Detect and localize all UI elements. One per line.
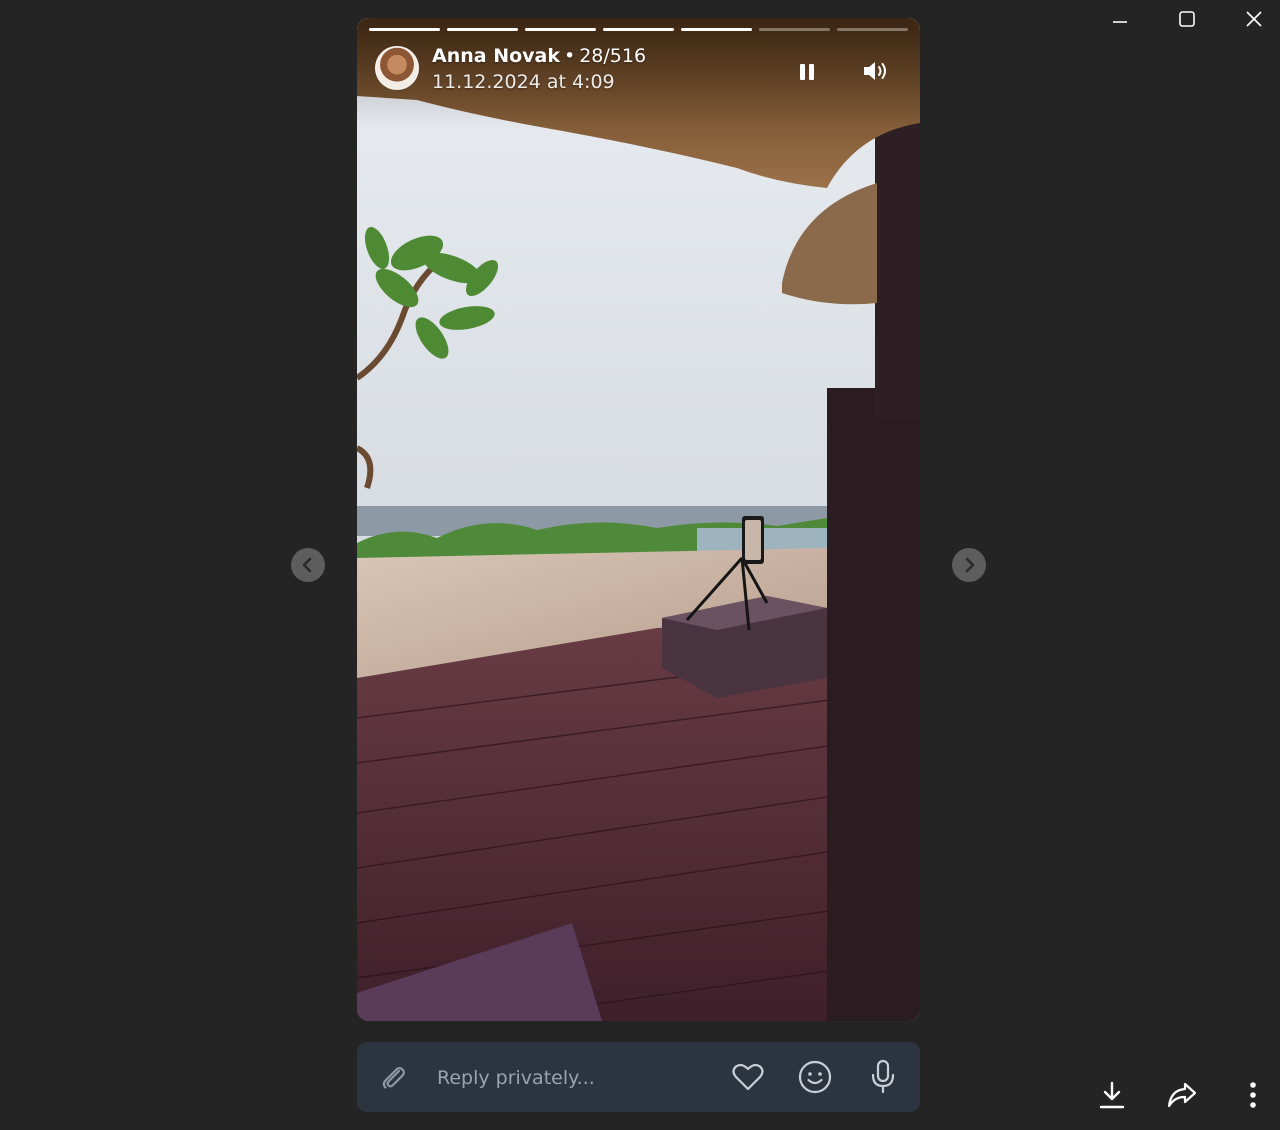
story-viewer[interactable]: Anna Novak • 28/516 11.12.2024 at 4:09 — [357, 18, 920, 1021]
chevron-left-icon — [302, 557, 312, 573]
story-position: 28/516 — [579, 45, 647, 67]
voice-message-button[interactable] — [864, 1057, 902, 1097]
heart-icon — [732, 1063, 764, 1091]
pause-icon — [800, 64, 814, 80]
previous-story-button[interactable] — [291, 548, 325, 582]
share-button[interactable] — [1162, 1076, 1202, 1114]
window-minimize-button[interactable] — [1097, 2, 1143, 36]
author-separator: • — [564, 45, 576, 67]
volume-button[interactable] — [859, 56, 893, 86]
attach-button[interactable] — [375, 1059, 411, 1095]
progress-segment — [837, 28, 908, 31]
maximize-icon — [1179, 11, 1195, 27]
progress-segment — [681, 28, 752, 31]
reply-input[interactable] — [435, 1060, 709, 1096]
like-button[interactable] — [729, 1058, 767, 1096]
more-options-button[interactable] — [1233, 1076, 1273, 1114]
author-avatar[interactable] — [375, 46, 419, 90]
story-timestamp: 11.12.2024 at 4:09 — [432, 71, 615, 93]
progress-segment — [603, 28, 674, 31]
story-media — [357, 18, 920, 1021]
progress-segment — [759, 28, 830, 31]
download-icon — [1099, 1081, 1125, 1109]
microphone-icon — [871, 1059, 895, 1094]
volume-icon — [864, 62, 886, 80]
progress-segment — [369, 28, 440, 31]
emoji-button[interactable] — [796, 1058, 834, 1096]
more-vertical-icon — [1250, 1082, 1256, 1108]
close-icon — [1246, 11, 1262, 27]
share-icon — [1167, 1082, 1197, 1108]
progress-segment — [525, 28, 596, 31]
reply-bar — [357, 1042, 920, 1112]
pause-button[interactable] — [793, 58, 821, 86]
minimize-icon — [1113, 21, 1127, 23]
chevron-right-icon — [965, 557, 975, 573]
window-maximize-button[interactable] — [1164, 2, 1210, 36]
story-author-line: Anna Novak • 28/516 — [432, 43, 646, 69]
progress-segment — [447, 28, 518, 31]
story-progress-bar — [369, 28, 908, 31]
download-button[interactable] — [1092, 1076, 1132, 1114]
smiley-icon — [798, 1060, 832, 1094]
window-close-button[interactable] — [1231, 2, 1277, 36]
paperclip-icon — [382, 1067, 405, 1089]
next-story-button[interactable] — [952, 548, 986, 582]
author-name[interactable]: Anna Novak — [432, 45, 560, 67]
